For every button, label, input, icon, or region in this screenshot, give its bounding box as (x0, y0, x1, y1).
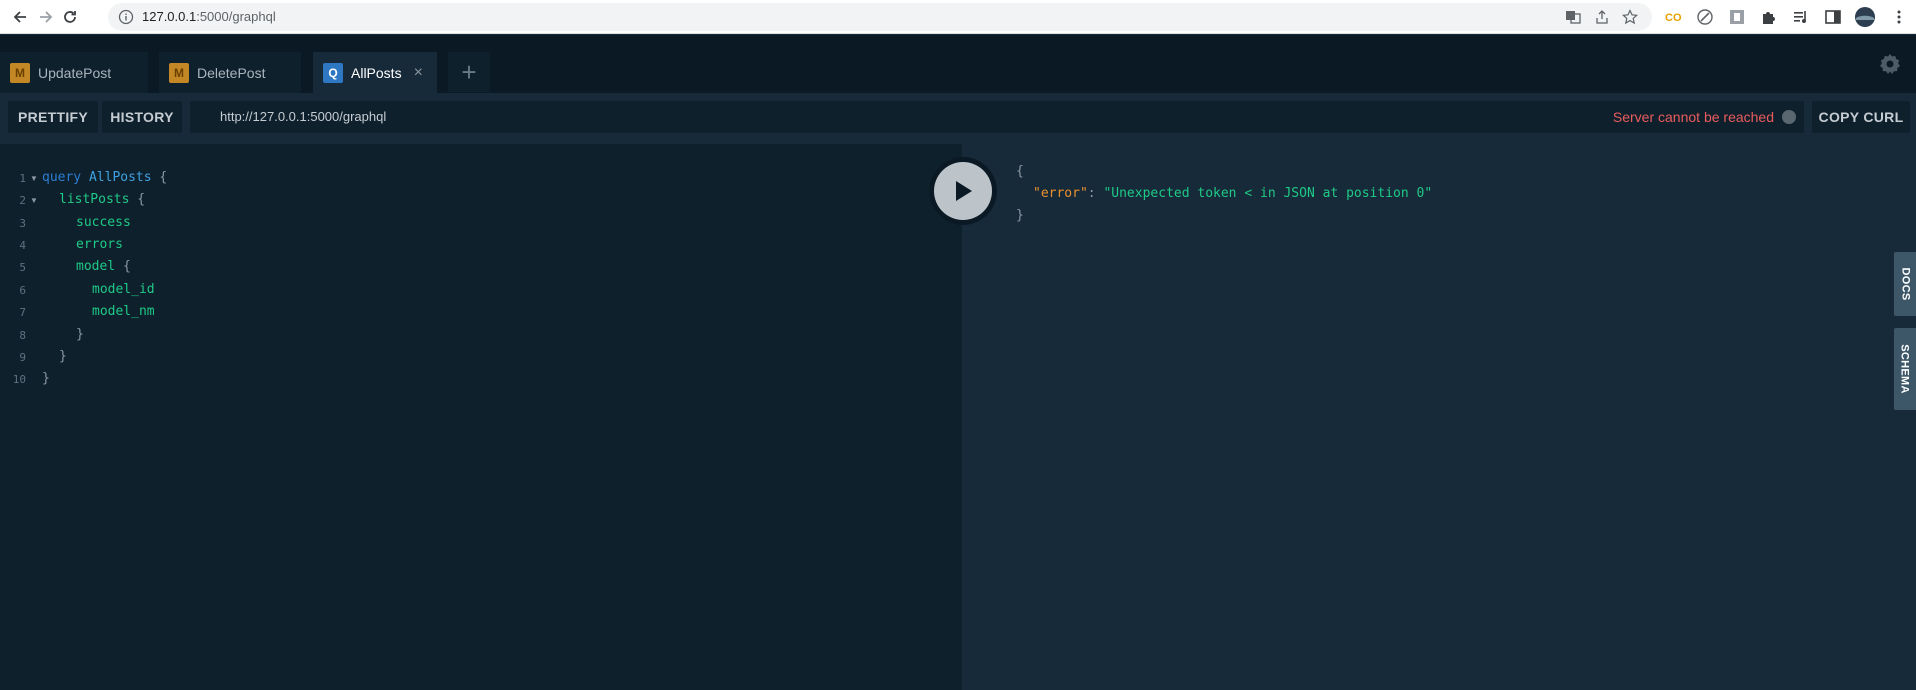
copy-curl-button[interactable]: COPY CURL (1812, 101, 1910, 133)
result-line-2: "error": "Unexpected token < in JSON at … (1033, 186, 1432, 201)
line-number: 2 (19, 194, 26, 207)
tab-label: DeletePost (197, 64, 266, 81)
docs-label: DOCS (1899, 267, 1912, 301)
url-path: :5000/graphql (196, 9, 276, 24)
field-name: errors (76, 237, 123, 252)
server-status: Server cannot be reached (1612, 109, 1774, 125)
endpoint-url: http://127.0.0.1:5000/graphql (220, 109, 387, 124)
code-line-1: query AllPosts { (42, 170, 167, 185)
schema-tab[interactable]: SCHEMA (1894, 328, 1916, 410)
line-number: 6 (19, 284, 26, 297)
brace: } (76, 327, 84, 342)
menu-icon[interactable] (1890, 8, 1908, 26)
line-number: 5 (19, 261, 26, 274)
code-line-2: listPosts { (59, 192, 145, 207)
json-key: "error" (1033, 186, 1088, 201)
result-line-3: } (1016, 208, 1024, 223)
line-number: 7 (19, 306, 26, 319)
brace: { (122, 259, 131, 274)
keyword-query: query (42, 170, 82, 185)
operation-name: AllPosts (88, 170, 152, 185)
toolbar: PRETTIFY HISTORY http://127.0.0.1:5000/g… (0, 93, 1916, 144)
json-colon: : (1087, 186, 1104, 201)
tab-updatepost[interactable]: M UpdatePost (0, 52, 148, 93)
add-tab-button[interactable]: + (448, 52, 490, 92)
extension-x-icon[interactable] (1696, 8, 1714, 26)
line-number: 1 (19, 172, 26, 185)
tab-label: AllPosts (351, 64, 402, 81)
tab-label: UpdatePost (38, 64, 112, 81)
tab-deletepost[interactable]: M DeletePost (159, 52, 301, 93)
info-icon[interactable] (118, 9, 134, 25)
result-line-1: { (1016, 164, 1024, 179)
prettify-button[interactable]: PRETTIFY (8, 101, 98, 133)
tab-allposts[interactable]: Q AllPosts × (313, 52, 437, 93)
brace: { (137, 192, 146, 207)
field-name: model_nm (92, 304, 155, 319)
line-number: 10 (12, 373, 26, 386)
close-icon[interactable]: × (414, 64, 423, 82)
brace: } (1016, 208, 1024, 223)
brace: { (159, 170, 168, 185)
play-icon (934, 162, 992, 220)
docs-tab[interactable]: DOCS (1894, 252, 1916, 316)
json-value: "Unexpected token < in JSON at position … (1103, 186, 1433, 201)
field-name: model_id (92, 282, 155, 297)
code-line-10: } (42, 371, 50, 386)
line-number: 4 (19, 239, 26, 252)
address-url: 127.0.0.1:5000/graphql (142, 9, 276, 24)
media-queue-icon[interactable] (1792, 8, 1810, 26)
status-indicator (1782, 110, 1796, 124)
code-line-7: model_nm (92, 304, 155, 319)
code-line-4: errors (76, 237, 123, 252)
reload-icon[interactable] (58, 5, 82, 29)
code-line-5: model { (76, 259, 131, 274)
mutation-badge: M (169, 62, 189, 83)
execute-query-button[interactable] (929, 157, 997, 225)
address-bar[interactable]: 127.0.0.1:5000/graphql (108, 3, 1652, 31)
query-editor[interactable]: 1 ▼ 2 ▼ 3 4 5 6 7 8 9 10 query AllPosts … (0, 144, 962, 690)
fold-arrow-icon[interactable]: ▼ (30, 196, 38, 205)
brace: } (42, 371, 50, 386)
history-button[interactable]: HISTORY (102, 101, 182, 133)
code-line-6: model_id (92, 282, 155, 297)
schema-label: SCHEMA (1899, 344, 1911, 394)
star-icon[interactable] (1622, 9, 1638, 25)
gear-icon[interactable] (1878, 52, 1902, 76)
extension-image-icon[interactable] (1728, 8, 1746, 26)
result-panel[interactable]: { "error": "Unexpected token < in JSON a… (962, 144, 1916, 690)
forward-arrow-icon[interactable] (34, 5, 58, 29)
browser-toolbar: 127.0.0.1:5000/graphql CO (0, 0, 1916, 34)
fold-arrow-icon[interactable]: ▼ (30, 174, 38, 183)
field-name: model (76, 259, 116, 274)
query-badge: Q (323, 62, 343, 83)
extension-co-icon[interactable]: CO (1664, 8, 1682, 26)
mutation-badge: M (10, 62, 30, 83)
translate-icon[interactable] (1565, 9, 1581, 25)
code-line-9: } (59, 349, 67, 364)
profile-avatar[interactable] (1854, 6, 1876, 28)
code-line-8: } (76, 327, 84, 342)
code-line-3: success (76, 215, 131, 230)
puzzle-icon[interactable] (1760, 8, 1778, 26)
field-name: listPosts (59, 192, 130, 207)
back-arrow-icon[interactable] (8, 5, 32, 29)
brace: { (1016, 164, 1024, 179)
side-panel-icon[interactable] (1824, 8, 1842, 26)
share-icon[interactable] (1594, 9, 1610, 25)
url-host: 127.0.0.1 (142, 9, 197, 24)
svg-text:CO: CO (1665, 12, 1682, 24)
line-number: 8 (19, 329, 26, 342)
endpoint-input[interactable]: http://127.0.0.1:5000/graphql Server can… (190, 101, 1804, 133)
field-name: success (76, 215, 131, 230)
line-number: 9 (19, 351, 26, 364)
brace: } (59, 349, 67, 364)
line-number: 3 (19, 217, 26, 230)
